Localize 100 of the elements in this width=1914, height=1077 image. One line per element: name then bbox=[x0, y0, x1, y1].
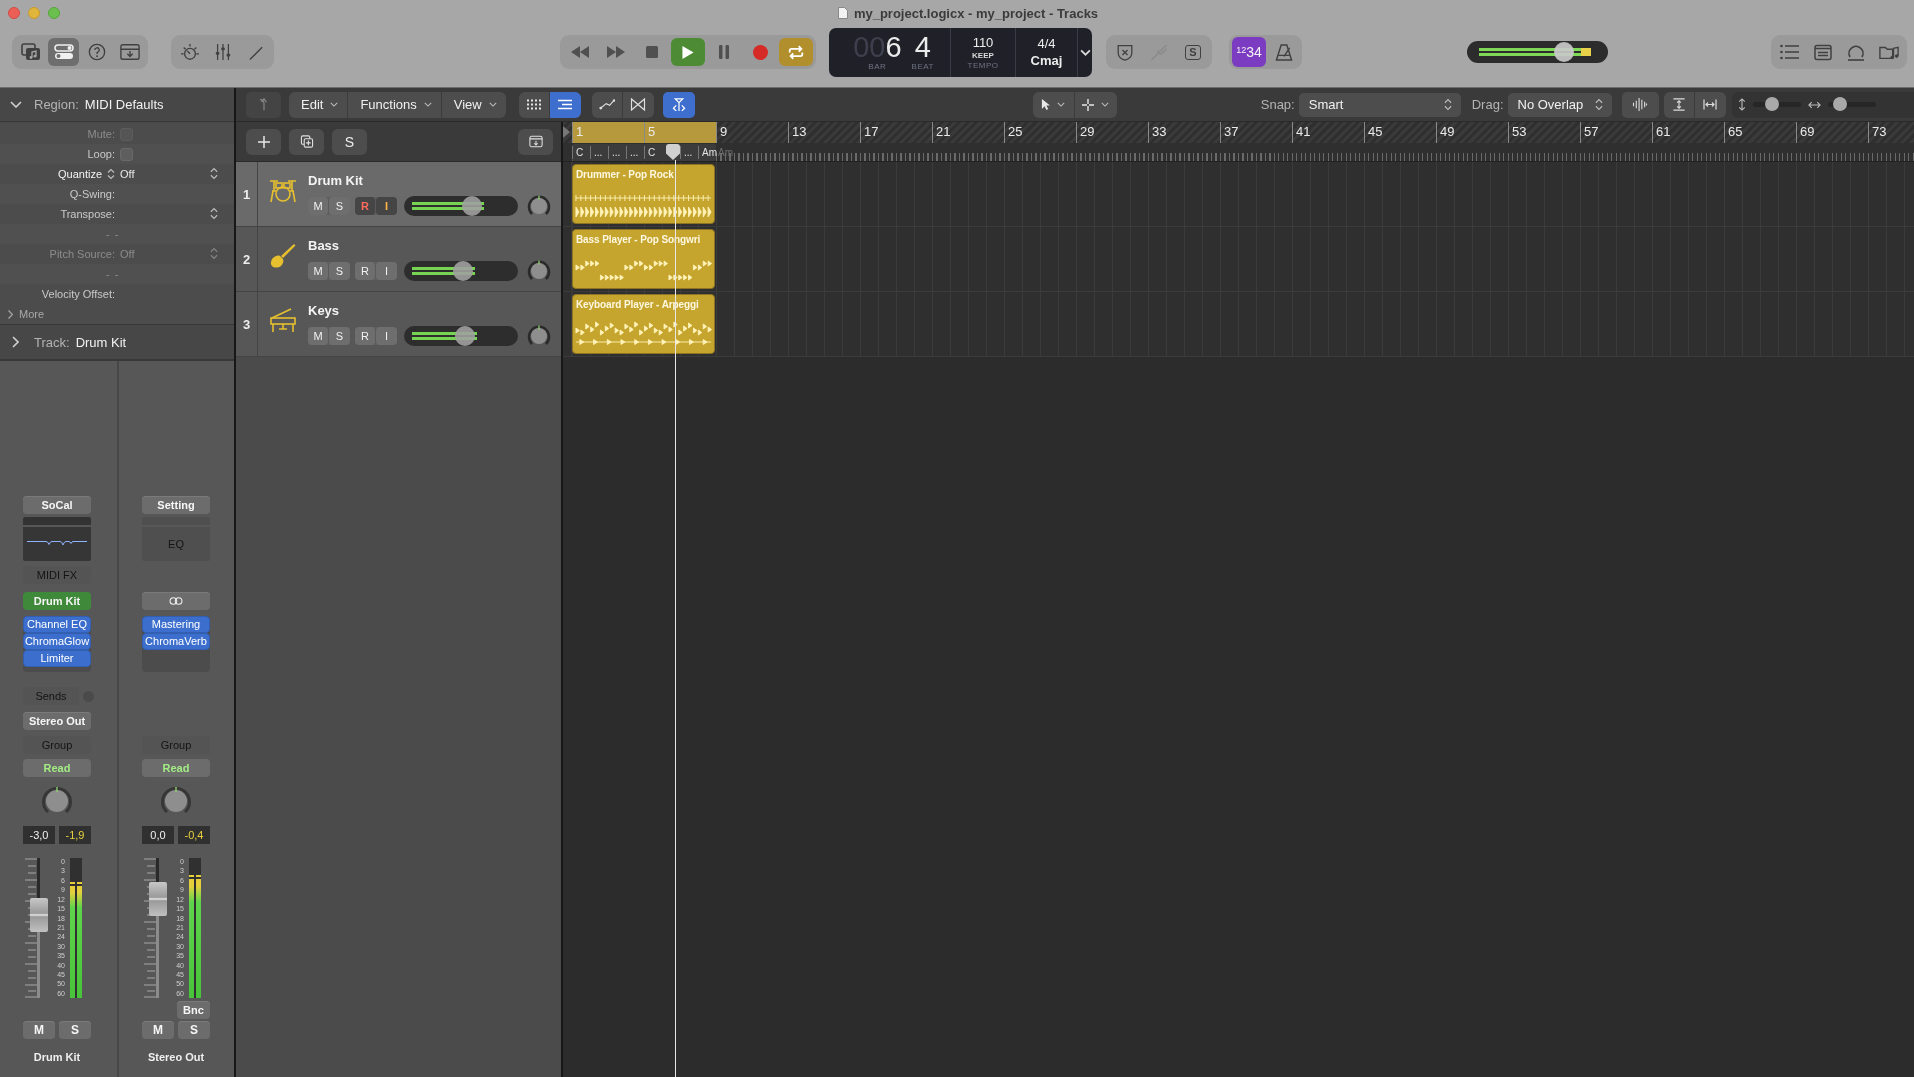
plugin-slot[interactable]: ChromaVerb bbox=[142, 633, 210, 650]
automation-mode-button[interactable]: Read bbox=[142, 759, 210, 777]
checkbox[interactable] bbox=[120, 147, 133, 161]
group-slot[interactable]: Group bbox=[23, 736, 91, 754]
channel-name: Drum Kit bbox=[32, 1051, 82, 1063]
menu-button[interactable]: Edit bbox=[289, 91, 349, 118]
bar-number: 69 bbox=[1800, 124, 1815, 139]
chevron-right-icon[interactable] bbox=[8, 309, 13, 319]
peak-readout[interactable]: -0,4 bbox=[178, 826, 210, 844]
count-in-button[interactable]: $^{12}$34 bbox=[1232, 37, 1266, 67]
volume-slider[interactable] bbox=[404, 196, 518, 216]
parameter-value[interactable]: Off bbox=[120, 168, 135, 180]
peak-readout[interactable]: -1,9 bbox=[59, 826, 91, 844]
pan-knob[interactable] bbox=[527, 324, 551, 348]
plugin-slot[interactable]: Channel EQ bbox=[23, 616, 91, 633]
track-header[interactable]: 1 Drum Kit M S R I bbox=[236, 162, 561, 227]
chevron-down-icon[interactable] bbox=[10, 101, 22, 108]
chord-label: ... bbox=[590, 145, 608, 159]
eq-display[interactable] bbox=[23, 517, 91, 561]
plugin-slot[interactable]: Limiter bbox=[23, 650, 91, 667]
volume-slider[interactable] bbox=[404, 261, 518, 281]
track-header[interactable]: 2 Bass M S R I bbox=[236, 227, 561, 292]
input-monitor-button[interactable]: I bbox=[376, 262, 397, 280]
bar-number: 17 bbox=[864, 124, 879, 139]
plugin-slot[interactable]: ChromaGlow bbox=[23, 633, 91, 650]
more-label[interactable]: More bbox=[19, 308, 45, 320]
solo-button[interactable]: S bbox=[329, 262, 350, 280]
track-label: Track: bbox=[34, 334, 70, 350]
smart-controls-button[interactable] bbox=[48, 38, 79, 66]
playhead-handle[interactable] bbox=[666, 144, 680, 160]
input-monitor-button[interactable]: I bbox=[376, 197, 397, 215]
waveform-button[interactable] bbox=[1621, 91, 1659, 118]
mute-button[interactable]: M bbox=[308, 197, 329, 215]
global-tracks-button[interactable] bbox=[518, 128, 553, 155]
cycle-icon bbox=[787, 43, 805, 61]
bar-number: 1 bbox=[576, 124, 584, 139]
slider-thumb[interactable] bbox=[1832, 97, 1847, 111]
solo-button[interactable]: S bbox=[59, 1021, 91, 1039]
solo-button[interactable]: S bbox=[178, 1021, 210, 1039]
bar-number: 29 bbox=[1080, 124, 1095, 139]
metronome-icon bbox=[1274, 43, 1293, 61]
link-button[interactable] bbox=[142, 592, 210, 610]
chord-track-region[interactable]: C ... ... ... C ... Am bbox=[572, 143, 716, 161]
duplicate-track-button[interactable] bbox=[289, 128, 324, 155]
menu-button[interactable]: Functions bbox=[348, 91, 442, 118]
time-signature: 4/4 bbox=[1037, 35, 1056, 52]
sends-slot[interactable]: Sends bbox=[23, 687, 79, 705]
track-header[interactable]: 3 Keys M S R I bbox=[236, 292, 561, 357]
mute-button[interactable]: M bbox=[308, 262, 329, 280]
record-enable-button[interactable]: R bbox=[355, 327, 376, 345]
mute-button[interactable]: M bbox=[23, 1021, 55, 1039]
stepper-icon[interactable] bbox=[210, 246, 218, 260]
volume-readout[interactable]: 0,0 bbox=[142, 826, 174, 844]
fader-handle[interactable] bbox=[149, 881, 167, 916]
pan-knob[interactable] bbox=[527, 194, 551, 218]
updown-caret-icon bbox=[1594, 98, 1603, 111]
input-monitor-button[interactable]: I bbox=[376, 327, 397, 345]
mute-button[interactable]: M bbox=[308, 327, 329, 345]
beat-label: BEAT bbox=[911, 62, 934, 72]
slider-thumb[interactable] bbox=[452, 261, 473, 281]
bowtie-icon bbox=[630, 98, 647, 111]
record-enable-button[interactable]: R bbox=[355, 197, 376, 215]
slider-thumb[interactable] bbox=[1765, 97, 1780, 111]
instrument-slot[interactable]: Drum Kit bbox=[23, 592, 91, 610]
cycle-button[interactable] bbox=[779, 38, 813, 66]
stepper-icon[interactable] bbox=[210, 166, 218, 180]
group-slot[interactable]: Group bbox=[142, 736, 210, 754]
snap-dropdown[interactable]: Smart bbox=[1298, 92, 1461, 117]
s-button[interactable]: S bbox=[332, 128, 367, 155]
slider-thumb[interactable] bbox=[454, 326, 475, 346]
pause-icon bbox=[719, 45, 729, 59]
solo-button[interactable]: S bbox=[329, 197, 350, 215]
drag-dropdown[interactable]: No Overlap bbox=[1507, 92, 1612, 117]
record-enable-button[interactable]: R bbox=[355, 262, 376, 280]
slider-thumb[interactable] bbox=[462, 196, 483, 216]
pan-knob[interactable] bbox=[527, 259, 551, 283]
plugin-slot[interactable]: Mastering bbox=[142, 616, 210, 633]
setting-button[interactable]: Setting bbox=[142, 496, 210, 514]
menu-button[interactable]: View bbox=[441, 91, 506, 118]
volume-readout[interactable]: -3,0 bbox=[23, 826, 55, 844]
solo-button[interactable]: S bbox=[329, 327, 350, 345]
stepper-icon[interactable] bbox=[107, 168, 115, 180]
midi-fx-slot[interactable]: MIDI FX bbox=[23, 566, 91, 584]
add-track-button[interactable] bbox=[246, 128, 281, 155]
output-button[interactable]: Stereo Out bbox=[23, 712, 91, 730]
mute-button[interactable]: M bbox=[142, 1021, 174, 1039]
volume-slider[interactable] bbox=[404, 326, 518, 346]
catch-button[interactable] bbox=[662, 91, 695, 118]
setting-button[interactable]: SoCal bbox=[23, 496, 91, 514]
fader-handle[interactable] bbox=[30, 898, 48, 933]
master-volume-slider[interactable] bbox=[1467, 41, 1608, 63]
slider-thumb[interactable] bbox=[1554, 42, 1575, 62]
grand-piano-icon bbox=[269, 307, 297, 333]
play-button[interactable] bbox=[671, 38, 705, 66]
stepper-icon[interactable] bbox=[210, 206, 218, 220]
list-view-button[interactable] bbox=[549, 91, 581, 118]
automation-mode-button[interactable]: Read bbox=[23, 759, 91, 777]
back-button[interactable] bbox=[246, 91, 281, 118]
bounce-button[interactable]: Bnc bbox=[177, 1001, 210, 1019]
chevron-right-icon[interactable] bbox=[12, 336, 19, 348]
